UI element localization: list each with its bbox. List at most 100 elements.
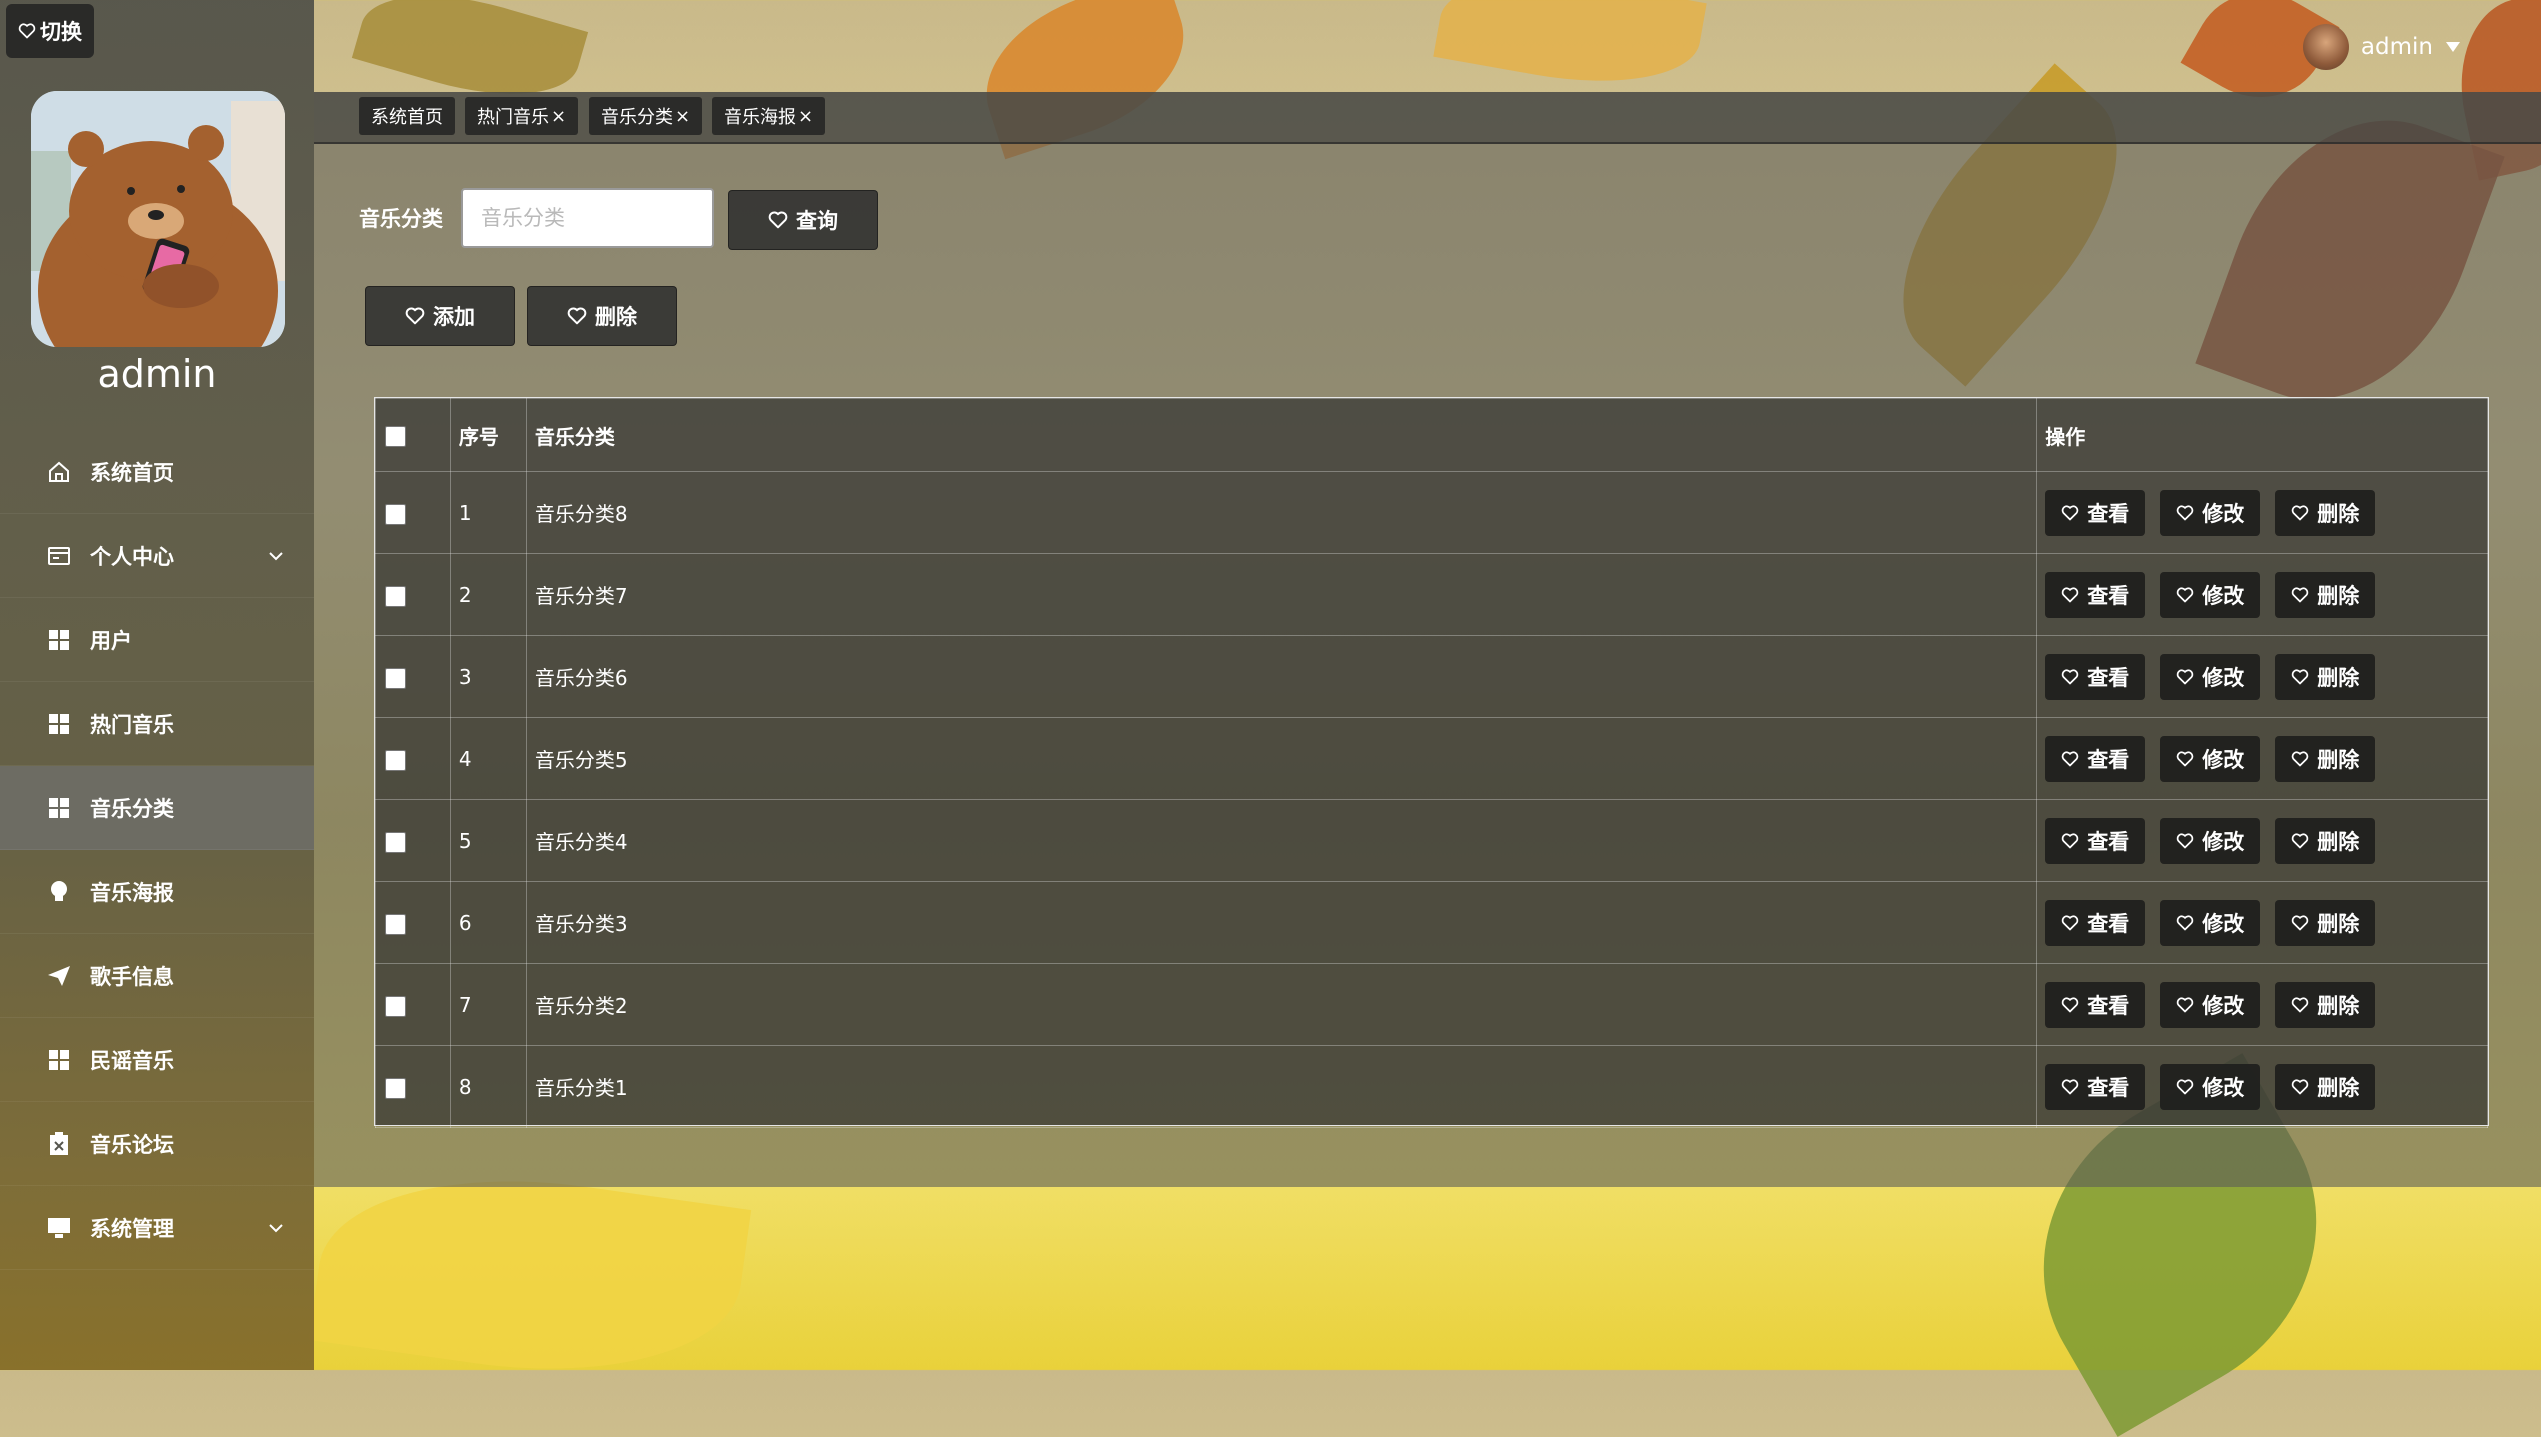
view-button-label: 查看 (2087, 747, 2130, 772)
delete-button-label: 删除 (2317, 911, 2360, 936)
row-category-name: 音乐分类2 (525, 963, 2038, 1046)
row-category-name: 音乐分类6 (525, 635, 2038, 718)
row-checkbox[interactable] (385, 995, 406, 1017)
delete-button[interactable]: 删除 (2275, 735, 2376, 782)
batch-delete-button[interactable]: 删除 (527, 286, 677, 346)
tab-label: 热门音乐 (477, 107, 549, 128)
edit-button[interactable]: 修改 (2160, 571, 2261, 618)
edit-button[interactable]: 修改 (2160, 653, 2261, 700)
search-input[interactable] (461, 188, 714, 248)
tab-music-poster[interactable]: 音乐海报 × (712, 97, 826, 135)
table-row: 5 音乐分类4 查看 修改 删除 (375, 799, 2488, 882)
heart-icon (2292, 750, 2309, 766)
edit-button[interactable]: 修改 (2160, 735, 2261, 782)
sidebar: 切换 admin 系统首页 个人中心 用户 热门音乐 音乐分类 音乐海报 歌手信… (0, 0, 314, 1370)
delete-button-label: 删除 (2317, 993, 2360, 1018)
delete-button[interactable]: 删除 (2275, 571, 2376, 618)
sidebar-item-music-forum[interactable]: 音乐论坛 (0, 1102, 314, 1186)
grid-icon (46, 1047, 72, 1073)
row-checkbox[interactable] (385, 749, 406, 771)
delete-button-label: 删除 (2317, 747, 2360, 772)
tab-home[interactable]: 系统首页 (359, 97, 455, 135)
heart-icon (2177, 668, 2194, 684)
close-icon[interactable]: × (798, 106, 813, 127)
close-icon[interactable]: × (675, 106, 690, 127)
row-checkbox[interactable] (385, 667, 406, 689)
switch-button[interactable]: 切换 (6, 4, 94, 58)
view-button[interactable]: 查看 (2045, 981, 2146, 1028)
edit-button[interactable]: 修改 (2160, 489, 2261, 536)
avatar (2302, 24, 2349, 70)
edit-button[interactable]: 修改 (2160, 899, 2261, 946)
bulb-icon (46, 879, 72, 905)
avatar (31, 91, 285, 347)
edit-button[interactable]: 修改 (2160, 981, 2261, 1028)
heart-icon (2062, 996, 2079, 1012)
row-checkbox[interactable] (385, 913, 406, 935)
query-button[interactable]: 查询 (728, 190, 878, 250)
header-user-name: admin (2360, 34, 2433, 60)
delete-button[interactable]: 删除 (2275, 489, 2376, 536)
edit-button[interactable]: 修改 (2160, 1063, 2261, 1110)
heart-icon (2062, 586, 2079, 602)
sidebar-item-singer-info[interactable]: 歌手信息 (0, 934, 314, 1018)
close-icon[interactable]: × (551, 106, 566, 127)
edit-button[interactable]: 修改 (2160, 817, 2261, 864)
sidebar-item-label: 系统管理 (90, 1216, 174, 1241)
row-actions: 查看 修改 删除 (2036, 553, 2488, 636)
select-all-checkbox[interactable] (385, 426, 406, 447)
row-actions: 查看 修改 删除 (2036, 717, 2488, 800)
sidebar-item-folk-music[interactable]: 民谣音乐 (0, 1018, 314, 1102)
heart-icon (2292, 996, 2309, 1012)
row-category-name: 音乐分类8 (525, 471, 2038, 554)
delete-button[interactable]: 删除 (2275, 653, 2376, 700)
sidebar-user-name: admin (97, 352, 217, 396)
heart-icon (2292, 914, 2309, 930)
query-button-label: 查询 (796, 209, 838, 233)
sidebar-item-music-category[interactable]: 音乐分类 (0, 766, 314, 850)
row-checkbox[interactable] (385, 585, 406, 607)
view-button[interactable]: 查看 (2045, 489, 2146, 536)
sidebar-item-label: 音乐海报 (90, 880, 174, 905)
sidebar-item-system-admin[interactable]: 系统管理 (0, 1186, 314, 1270)
sidebar-item-personal-center[interactable]: 个人中心 (0, 514, 314, 598)
edit-button-label: 修改 (2202, 747, 2245, 772)
sidebar-item-users[interactable]: 用户 (0, 598, 314, 682)
table-row: 6 音乐分类3 查看 修改 删除 (375, 881, 2488, 964)
paper-plane-icon (46, 963, 72, 989)
view-button[interactable]: 查看 (2045, 735, 2146, 782)
user-menu[interactable]: admin (2302, 24, 2461, 70)
chevron-down-icon[interactable] (268, 1214, 284, 1238)
chevron-down-icon[interactable] (268, 542, 284, 566)
table-header-row: 序号 音乐分类 操作 (375, 398, 2488, 472)
view-button[interactable]: 查看 (2045, 817, 2146, 864)
row-index: 5 (449, 799, 527, 882)
row-index: 7 (449, 963, 527, 1046)
view-button[interactable]: 查看 (2045, 653, 2146, 700)
delete-button[interactable]: 删除 (2275, 817, 2376, 864)
row-checkbox[interactable] (385, 1077, 406, 1099)
sidebar-item-hot-music[interactable]: 热门音乐 (0, 682, 314, 766)
view-button[interactable]: 查看 (2045, 571, 2146, 618)
delete-button-label: 删除 (2317, 829, 2360, 854)
tab-music-category[interactable]: 音乐分类 × (589, 97, 703, 135)
add-button[interactable]: 添加 (365, 286, 515, 346)
view-button[interactable]: 查看 (2045, 899, 2146, 946)
view-button[interactable]: 查看 (2045, 1063, 2146, 1110)
row-checkbox[interactable] (385, 831, 406, 853)
heart-icon (18, 23, 36, 39)
edit-button-label: 修改 (2202, 583, 2245, 608)
row-select-cell (375, 553, 451, 636)
delete-button[interactable]: 删除 (2275, 1063, 2376, 1110)
row-checkbox[interactable] (385, 503, 406, 525)
view-button-label: 查看 (2087, 911, 2130, 936)
leaf-decoration (1433, 0, 1707, 102)
sidebar-item-music-poster[interactable]: 音乐海报 (0, 850, 314, 934)
sidebar-item-label: 用户 (90, 628, 132, 653)
tab-hot-music[interactable]: 热门音乐 × (465, 97, 579, 135)
delete-button[interactable]: 删除 (2275, 899, 2376, 946)
table-row: 3 音乐分类6 查看 修改 删除 (375, 635, 2488, 718)
sidebar-item-home[interactable]: 系统首页 (0, 430, 314, 514)
data-table: 序号 音乐分类 操作 1 音乐分类8 查看 修改 删除 2 音乐分类7 查看 修改 删除 3 音乐分类… (374, 397, 2489, 1128)
delete-button[interactable]: 删除 (2275, 981, 2376, 1028)
